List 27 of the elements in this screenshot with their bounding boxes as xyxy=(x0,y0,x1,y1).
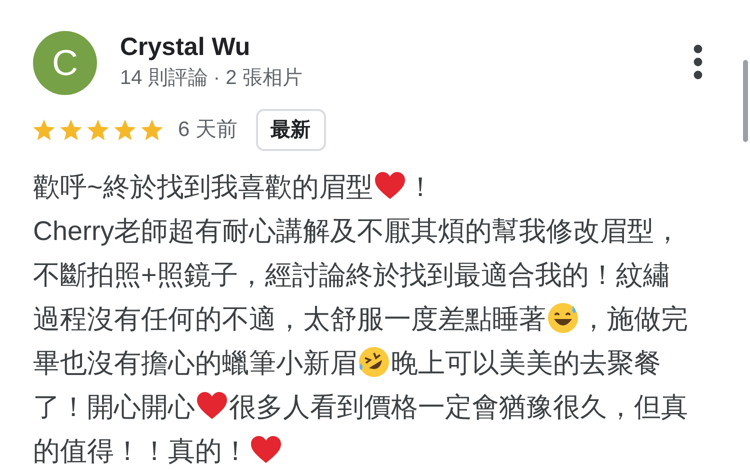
review-text: 的值得！！真的！ xyxy=(33,436,249,466)
heart-icon xyxy=(250,435,282,465)
more-vertical-icon xyxy=(693,44,703,80)
sweat-smile-icon xyxy=(547,302,579,334)
review-text: ！ xyxy=(406,172,434,202)
reviewer-name: Crystal Wu xyxy=(120,32,252,63)
review-text: ，施做完 xyxy=(580,304,688,334)
star-icon xyxy=(59,118,83,142)
heart-icon xyxy=(196,391,228,421)
newest-badge: 最新 xyxy=(256,109,326,151)
review-text: 了！開心開心 xyxy=(33,392,195,422)
heart-icon xyxy=(374,171,406,201)
review-text: 過程沒有任何的不適，太舒服一度差點睡著 xyxy=(33,304,546,334)
review-text: 畢也沒有擔心的蠟筆小新眉 xyxy=(33,348,357,378)
review-text: 不斷拍照+照鏡子，經討論終於找到最適合我的！紋繡 xyxy=(33,260,670,290)
star-icon xyxy=(140,118,164,142)
star-icon xyxy=(32,118,56,142)
star-icon xyxy=(113,118,137,142)
review-time: 6 天前 xyxy=(178,117,238,144)
review-text: 很多人看到價格一定會猶豫很久，但真 xyxy=(229,392,688,422)
laughing-tears-icon xyxy=(358,346,390,378)
review-text: Cherry老師超有耐心講解及不厭其煩的幫我修改眉型， xyxy=(33,216,682,246)
review-text: 歡呼~終於找到我喜歡的眉型 xyxy=(33,172,373,202)
star-icon xyxy=(86,118,110,142)
review-text: 晚上可以美美的去聚餐 xyxy=(391,348,661,378)
avatar: C xyxy=(33,31,97,95)
reviewer-stats: 14 則評論 · 2 張相片 xyxy=(120,66,302,91)
